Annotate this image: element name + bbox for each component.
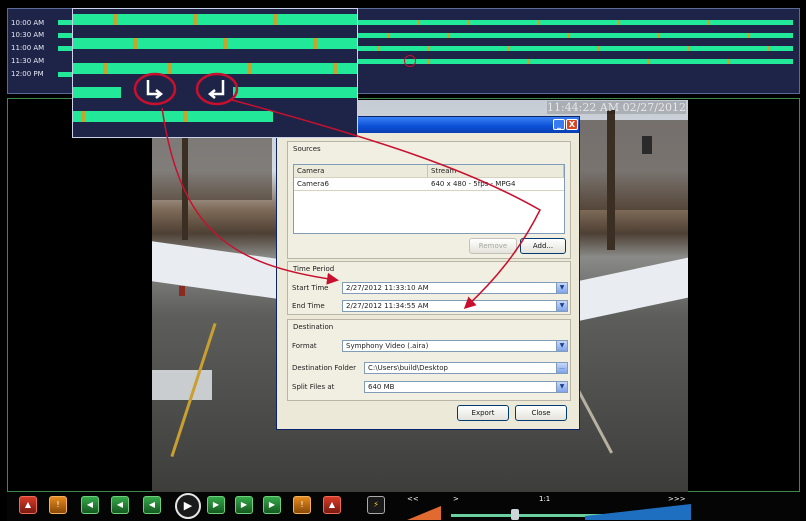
previous-alarm-icon[interactable]: ! [49,496,67,514]
speed-slider[interactable]: << > 1:1 >>> [405,494,695,520]
start-time-arrow [161,107,339,285]
play-icon[interactable]: ▶ [175,493,201,519]
skip-back-icon[interactable]: ◀ [111,496,129,514]
skip-forward-icon[interactable]: ▶ [235,496,253,514]
end-time-arrow [231,99,541,310]
skip-back-far-icon[interactable]: ◀ [81,496,99,514]
playback-controls: ▲ ! ◀ ◀ ◀ ▶ ▶ ▶ ▶ ! ▲ ⚡ << > 1:1 >>> [7,492,800,521]
annotation-arrows [161,99,541,310]
alarm-icon[interactable]: ▲ [19,496,37,514]
next-alarm-icon[interactable]: ! [293,496,311,514]
alarm-flag-icon[interactable]: ▲ [323,496,341,514]
skip-forward-far-icon[interactable]: ▶ [263,496,281,514]
step-back-icon[interactable]: ◀ [143,496,161,514]
step-forward-icon[interactable]: ▶ [207,496,225,514]
export-icon[interactable]: ⚡ [367,496,385,514]
